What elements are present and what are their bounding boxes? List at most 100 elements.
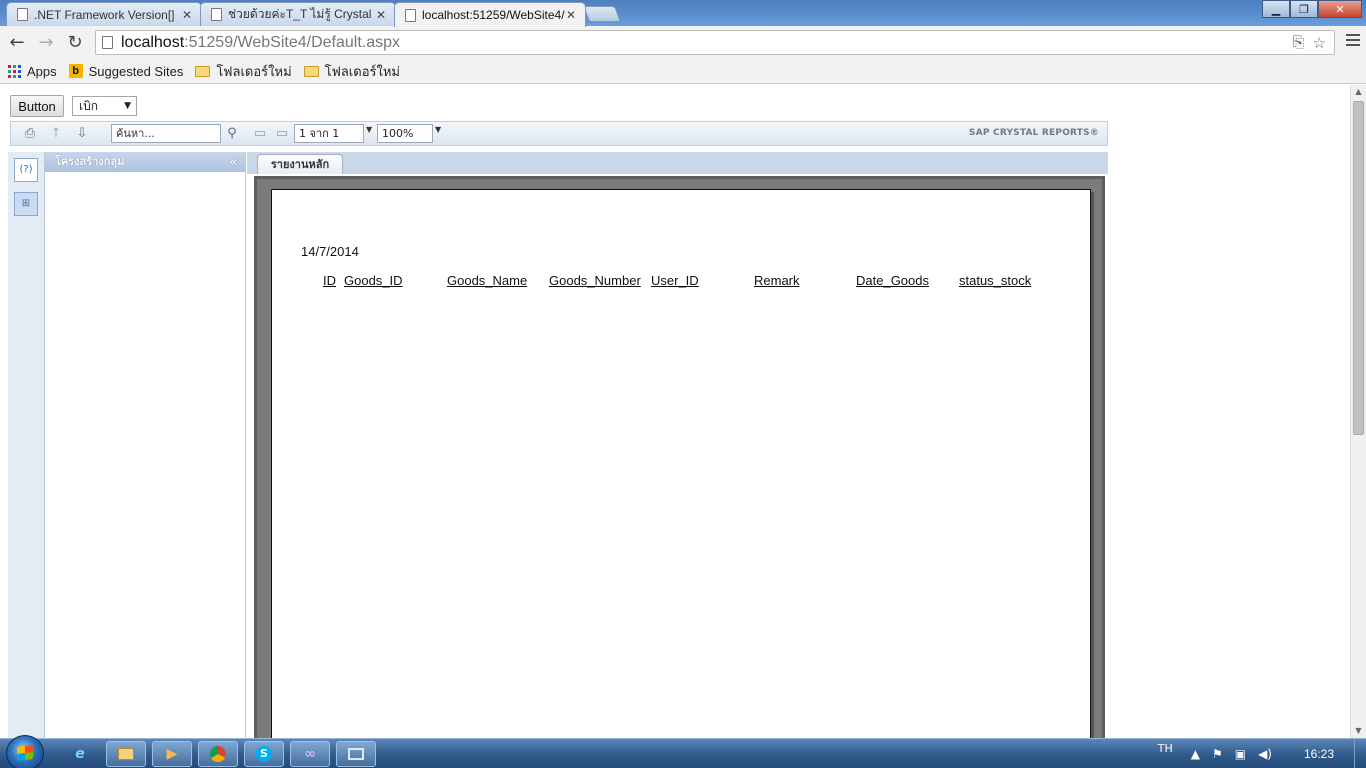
drill-up-icon[interactable]: ↑ <box>47 125 65 142</box>
omnibox-actions: ⎘ ☆ <box>1293 34 1326 52</box>
bookmark-suggested-sites[interactable]: b Suggested Sites <box>68 63 184 79</box>
chrome-menu-icon[interactable] <box>1346 34 1360 49</box>
submit-button[interactable]: Button <box>10 95 64 117</box>
star-icon[interactable]: ☆ <box>1313 34 1326 52</box>
column-header[interactable]: Date_Goods <box>856 273 929 288</box>
folder-icon <box>303 65 319 77</box>
apps-icon <box>8 64 21 78</box>
new-tab-button[interactable] <box>583 6 621 22</box>
help-icon[interactable]: (?) <box>14 158 38 182</box>
translate-icon[interactable]: ⎘ <box>1293 34 1305 52</box>
crystal-brand: SAP CRYSTAL REPORTS® <box>969 128 1099 138</box>
volume-icon[interactable]: ◀) <box>1258 747 1272 761</box>
visual-studio-icon[interactable]: ∞ <box>290 741 330 767</box>
next-page-icon[interactable]: ▭ <box>273 125 291 142</box>
group-tree-icon[interactable]: ⊞ <box>14 192 38 216</box>
start-button[interactable] <box>6 735 44 768</box>
column-header[interactable]: status_stock <box>959 273 1031 288</box>
chevron-down-icon: ▼ <box>124 101 131 111</box>
chevron-down-icon[interactable]: ▼ <box>366 125 372 134</box>
address-bar[interactable]: localhost:51259/WebSite4/Default.aspx ⎘ … <box>95 30 1335 55</box>
page-scrollbar[interactable]: ▲ ▼ <box>1350 85 1366 738</box>
report-tabs: รายงานหลัก <box>247 152 1108 174</box>
page-icon <box>102 36 113 49</box>
folder-icon <box>195 65 211 77</box>
minimize-button[interactable]: ▁ <box>1262 0 1290 18</box>
crystal-sidebar: (?) ⊞ <box>8 152 45 738</box>
forward-icon[interactable]: → <box>35 32 57 54</box>
bookmark-label: Suggested Sites <box>88 63 184 79</box>
scroll-up-icon[interactable]: ▲ <box>1351 85 1366 99</box>
browser-toolbar: ← → ↻ localhost:51259/WebSite4/Default.a… <box>0 26 1366 59</box>
binoculars-icon[interactable]: ⚲ <box>223 125 241 142</box>
group-tree-header: โครงสร้างกลุ่ม « <box>45 152 245 172</box>
clock[interactable]: 16:23 <box>1284 747 1354 761</box>
scroll-down-icon[interactable]: ▼ <box>1351 724 1366 738</box>
column-header[interactable]: Remark <box>754 273 800 288</box>
zoom-field[interactable]: 100% <box>377 124 433 143</box>
close-icon[interactable]: ✕ <box>181 8 193 22</box>
window-controls: ▁ ❐ ✕ <box>1262 0 1362 18</box>
url-host: localhost <box>121 33 185 51</box>
browser-tab-2[interactable]: ช่วยด้วยค่ะT_T ไม่รู้ Crystal ✕ <box>200 2 396 26</box>
bookmark-label: โฟลเดอร์ใหม่ <box>324 63 400 79</box>
bookmark-folder-2[interactable]: โฟลเดอร์ใหม่ <box>303 61 400 82</box>
tab-title: ช่วยด้วยค่ะT_T ไม่รู้ Crystal <box>228 7 372 21</box>
close-icon[interactable]: ✕ <box>375 8 387 22</box>
bookmarks-bar: Apps b Suggested Sites โฟลเดอร์ใหม่ โฟลเ… <box>0 59 1366 84</box>
column-header[interactable]: Goods_ID <box>344 273 403 288</box>
browser-tab-3[interactable]: localhost:51259/WebSite4/ ✕ <box>394 2 586 27</box>
crystal-toolbar: ⎙ ↑ ⇩ ค้นหา... ⚲ ▭ ▭ 1 จาก 1 ▼ 100% ▼ SA… <box>10 121 1108 146</box>
column-header[interactable]: User_ID <box>651 273 699 288</box>
skype-icon[interactable]: S <box>244 741 284 767</box>
ie-icon[interactable]: e <box>60 741 100 767</box>
tab-title: localhost:51259/WebSite4/ <box>422 8 565 22</box>
reload-icon[interactable]: ↻ <box>64 32 86 54</box>
bookmark-folder-1[interactable]: โฟลเดอร์ใหม่ <box>195 61 292 82</box>
chevron-down-icon[interactable]: ▼ <box>435 125 441 134</box>
close-window-button[interactable]: ✕ <box>1318 0 1362 18</box>
type-dropdown[interactable]: เบิก ▼ <box>72 96 137 116</box>
group-tree-title: โครงสร้างกลุ่ม <box>55 155 125 168</box>
system-tray: TH ▲ ⚑ ▣ ◀) 16:23 <box>1158 739 1366 768</box>
group-tree-panel: โครงสร้างกลุ่ม « <box>45 152 246 738</box>
browser-tab-1[interactable]: .NET Framework Version[] ✕ <box>6 2 202 26</box>
prev-page-icon[interactable]: ▭ <box>251 125 269 142</box>
print-icon[interactable]: ⎙ <box>21 125 39 142</box>
network-icon[interactable]: ▣ <box>1235 747 1246 761</box>
browser-tabstrip: .NET Framework Version[] ✕ ช่วยด้วยค่ะT_… <box>0 0 1366 27</box>
scrollbar-thumb[interactable] <box>1353 101 1364 435</box>
page-icon <box>211 8 222 21</box>
show-desktop-button[interactable] <box>1354 739 1366 768</box>
page-number-field[interactable]: 1 จาก 1 <box>294 124 364 143</box>
report-page: 14/7/2014 ID Goods_ID Goods_Name Goods_N… <box>271 189 1091 738</box>
column-header[interactable]: Goods_Number <box>549 273 641 288</box>
action-center-icon[interactable]: ⚑ <box>1212 747 1223 761</box>
windows-taskbar: e ▶ S ∞ TH ▲ ⚑ ▣ ◀) 16:23 <box>0 735 1366 768</box>
dropdown-value: เบิก <box>79 99 98 113</box>
search-input[interactable]: ค้นหา... <box>111 124 221 143</box>
page-icon <box>405 8 416 22</box>
show-hidden-icons-icon[interactable]: ▲ <box>1191 747 1200 761</box>
chrome-icon[interactable] <box>198 741 238 767</box>
page-icon <box>17 8 28 21</box>
language-indicator[interactable]: TH <box>1158 742 1173 755</box>
report-canvas: 14/7/2014 ID Goods_ID Goods_Name Goods_N… <box>254 176 1105 738</box>
close-icon[interactable]: ✕ <box>565 8 577 22</box>
tab-title: .NET Framework Version[] <box>34 7 175 22</box>
bookmark-label: โฟลเดอร์ใหม่ <box>216 63 292 79</box>
bookmark-label: Apps <box>27 63 57 79</box>
collapse-icon[interactable]: « <box>229 152 237 172</box>
back-icon[interactable]: ← <box>6 32 28 54</box>
restore-button[interactable]: ❐ <box>1290 0 1318 18</box>
bookmark-apps[interactable]: Apps <box>8 64 57 79</box>
remote-desktop-icon[interactable] <box>336 741 376 767</box>
media-player-icon[interactable]: ▶ <box>152 741 192 767</box>
export-icon[interactable]: ⇩ <box>73 125 91 142</box>
report-date: 14/7/2014 <box>301 244 359 259</box>
column-header[interactable]: Goods_Name <box>447 273 527 288</box>
explorer-icon[interactable] <box>106 741 146 767</box>
column-header[interactable]: ID <box>323 273 336 288</box>
url-path: :51259/WebSite4/Default.aspx <box>184 33 400 51</box>
tab-main-report[interactable]: รายงานหลัก <box>257 154 343 174</box>
